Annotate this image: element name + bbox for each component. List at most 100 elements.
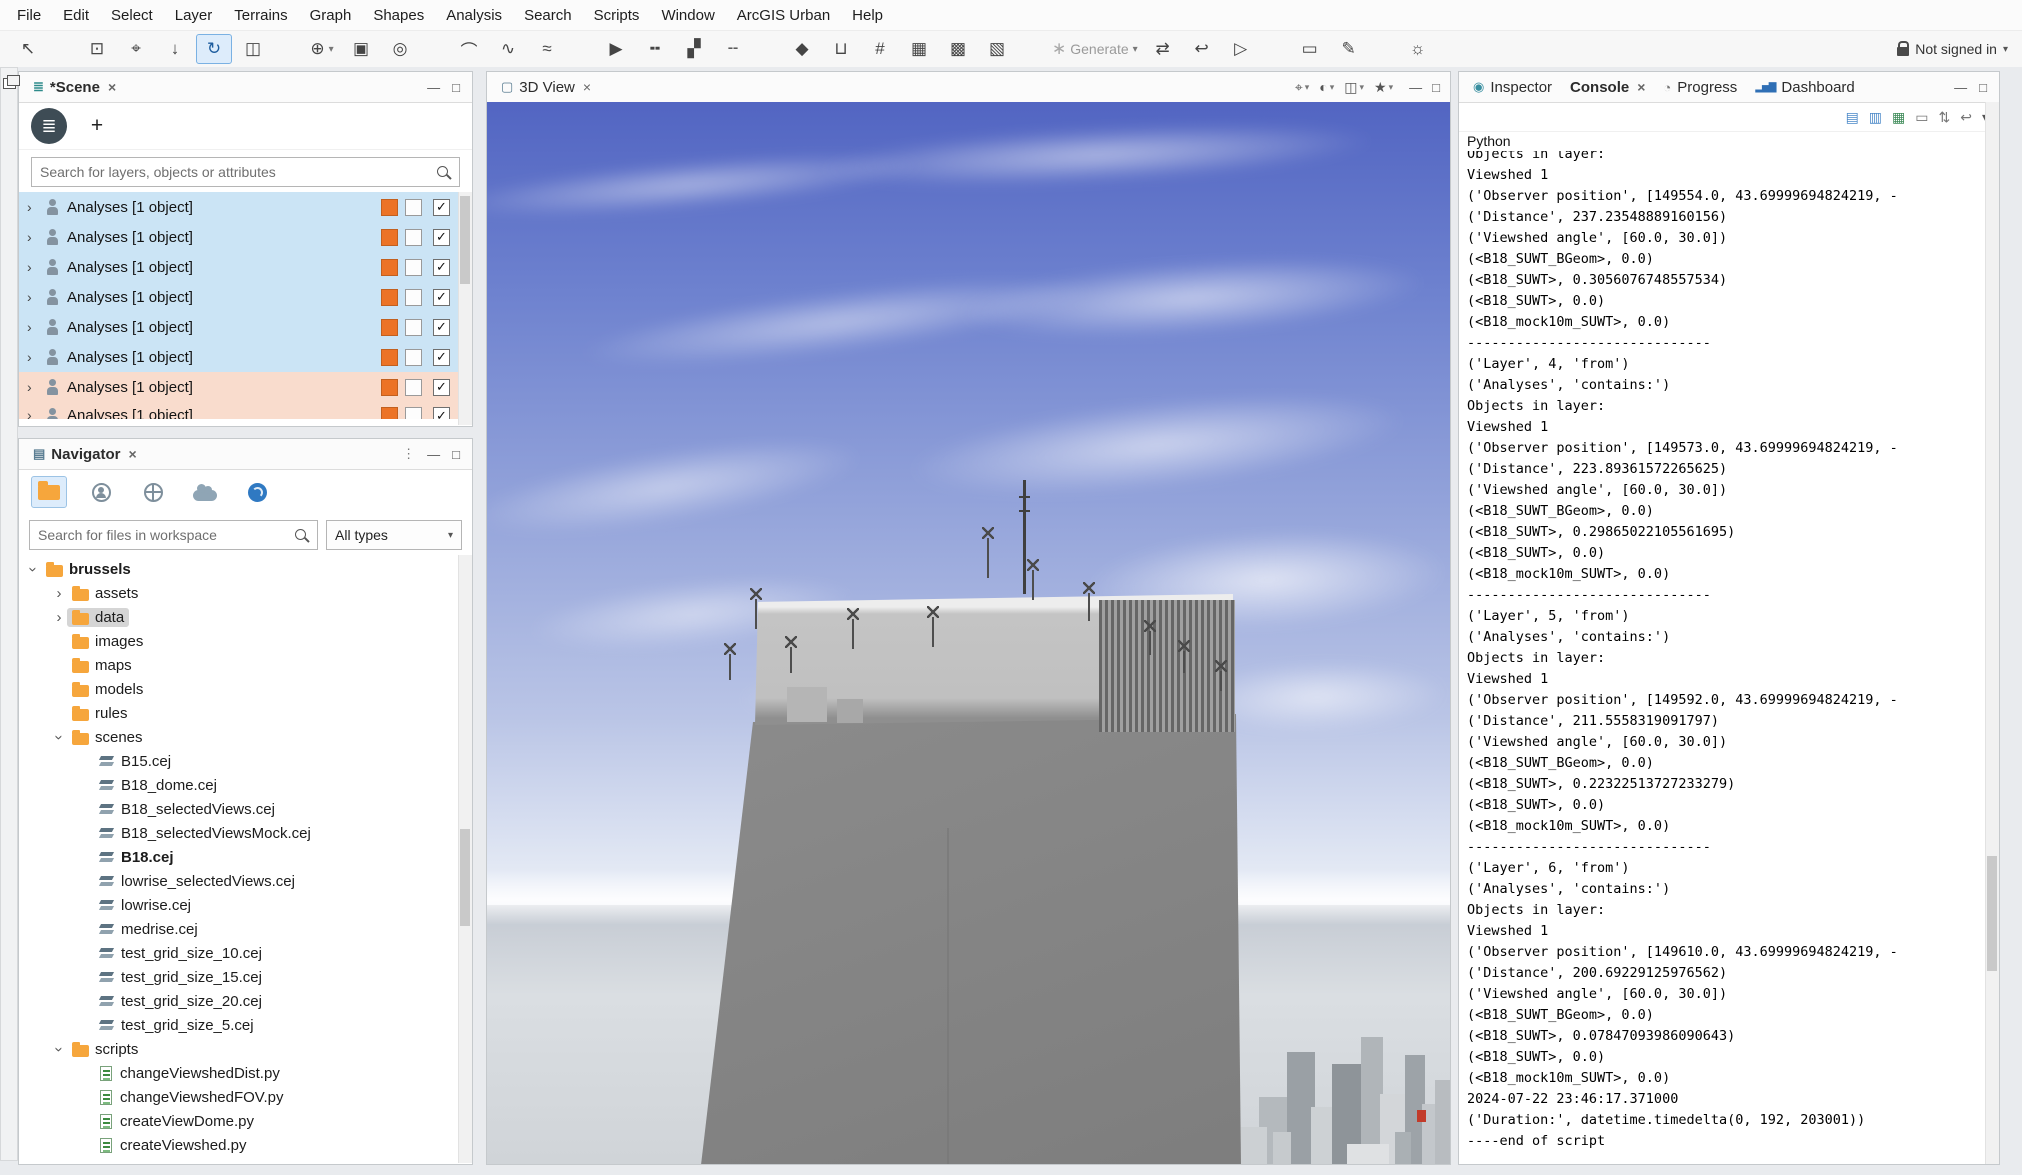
scene-scrollbar[interactable] (458, 192, 472, 425)
marquee-select-tool[interactable]: ⊡ (79, 34, 115, 64)
tree-item[interactable]: › createViewshed.py (19, 1133, 472, 1157)
tab-console[interactable]: Console × (1562, 72, 1653, 102)
swap-arrows-icon[interactable]: ⇄ (1145, 34, 1181, 64)
layers-search-input[interactable] (31, 157, 460, 187)
guides-icon[interactable]: ╌ (715, 34, 751, 64)
generate-models-button[interactable]: ▶ (598, 34, 634, 64)
tree-item[interactable]: › scripts (19, 1037, 472, 1061)
menu-item[interactable]: Window (650, 3, 725, 28)
pan-camera-tool[interactable]: ◫ (235, 34, 271, 64)
tree-item[interactable]: › B18_dome.cej (19, 773, 472, 797)
freehand-curve-tool[interactable]: ≈ (529, 34, 565, 64)
tree-item[interactable]: › B18_selectedViewsMock.cej (19, 821, 472, 845)
maximize-panel-button[interactable]: □ (452, 447, 460, 462)
layer-backface-swatch[interactable] (405, 259, 422, 276)
layer-backface-swatch[interactable] (405, 229, 422, 246)
navigator-scrollbar[interactable] (458, 555, 472, 1163)
word-wrap-icon[interactable]: ↩ (1960, 109, 1972, 126)
sun-settings-icon[interactable]: ☼ (1400, 34, 1436, 64)
tree-item[interactable]: › lowrise_selectedViews.cej (19, 869, 472, 893)
layer-row[interactable]: › Analyses [1 object] (19, 402, 472, 419)
rotate-tool[interactable]: ↻ (196, 34, 232, 64)
layer-color-swatch[interactable] (381, 319, 398, 336)
file-type-filter-dropdown[interactable]: All types ▾ (326, 520, 462, 550)
layer-backface-swatch[interactable] (405, 349, 422, 366)
sketch-tool[interactable]: ✎ (1331, 34, 1367, 64)
expand-arrow-icon[interactable]: › (27, 229, 38, 245)
isolate-tool[interactable]: ◎ (382, 34, 418, 64)
camera-menu-icon[interactable]: ⌖ ▾ (1295, 79, 1309, 96)
layer-color-swatch[interactable] (381, 349, 398, 366)
layer-visibility-checkbox[interactable] (433, 259, 450, 276)
smooth-curve-tool[interactable]: ∿ (490, 34, 526, 64)
paint-bucket-tool[interactable]: ⊔ (823, 34, 859, 64)
cloud-icon[interactable] (187, 476, 223, 508)
tree-item[interactable]: › medrise.cej (19, 917, 472, 941)
layer-backface-swatch[interactable] (405, 319, 422, 336)
expand-arrow-icon[interactable]: › (27, 349, 38, 365)
menu-item[interactable]: Help (841, 3, 894, 28)
minimize-panel-button[interactable]: — (427, 447, 440, 462)
push-pull-tool[interactable]: ↓ (157, 34, 193, 64)
files-search-input[interactable] (29, 520, 318, 550)
save-output-icon[interactable]: ▦ (1892, 109, 1905, 126)
layer-visibility-checkbox[interactable] (433, 319, 450, 336)
close-tab-icon[interactable]: × (581, 79, 591, 95)
scene-scrollbar-thumb[interactable] (460, 196, 470, 284)
tree-item[interactable]: › lowrise.cej (19, 893, 472, 917)
layer-visibility-checkbox[interactable] (433, 289, 450, 306)
snap-settings-icon[interactable]: # (862, 34, 898, 64)
move-tool[interactable]: ⌖ (118, 34, 154, 64)
expand-arrow-icon[interactable]: › (27, 379, 38, 395)
minimize-panel-button[interactable]: — (1954, 80, 1967, 95)
portal-user-icon[interactable] (83, 476, 119, 508)
tab-dashboard[interactable]: ▂▅▇ Dashboard (1747, 72, 1862, 102)
layer-backface-swatch[interactable] (405, 199, 422, 216)
tab-navigator[interactable]: ▤ Navigator × (25, 439, 145, 469)
close-tab-icon[interactable]: × (106, 79, 116, 95)
expand-arrow-icon[interactable]: › (27, 319, 38, 335)
material-picker-tool[interactable]: ◆ (784, 34, 820, 64)
menu-item[interactable]: Shapes (362, 3, 435, 28)
slope-icon[interactable]: ▞ (676, 34, 712, 64)
layer-visibility-checkbox[interactable] (433, 229, 450, 246)
tab-scene[interactable]: ≣ *Scene × (25, 72, 124, 102)
tree-item[interactable]: › createViewDome.py (19, 1109, 472, 1133)
view-settings-icon[interactable]: ◐ ▾ (1319, 79, 1334, 95)
tree-item[interactable]: › B15.cej (19, 749, 472, 773)
menu-item[interactable]: Edit (52, 3, 100, 28)
tree-item[interactable]: › test_grid_size_15.cej (19, 965, 472, 989)
transform-handles-tool[interactable]: ⊕ ▾ (304, 34, 340, 64)
open-files-icon[interactable] (31, 476, 67, 508)
layer-row[interactable]: › Analyses [1 object] (19, 342, 472, 372)
layer-row[interactable]: › Analyses [1 object] (19, 312, 472, 342)
layer-color-swatch[interactable] (381, 229, 398, 246)
layer-row[interactable]: › Analyses [1 object] (19, 282, 472, 312)
panel-menu-icon[interactable]: ⋮ (402, 446, 415, 462)
tree-item[interactable]: › maps (19, 653, 472, 677)
tree-item[interactable]: › changeViewshedDist.py (19, 1061, 472, 1085)
tree-item[interactable]: › test_grid_size_20.cej (19, 989, 472, 1013)
menu-item[interactable]: Analysis (435, 3, 513, 28)
minimize-panel-button[interactable]: — (1409, 80, 1422, 95)
tree-expand-arrow[interactable]: › (25, 561, 42, 577)
clear-console-icon[interactable]: ▭ (1915, 109, 1928, 126)
tree-expand-arrow[interactable]: › (51, 585, 67, 602)
tab-progress[interactable]: ◔ Progress (1655, 72, 1745, 102)
scroll-lock-icon[interactable]: ⇅ (1939, 109, 1951, 126)
undo-icon[interactable]: ↩ (1184, 34, 1220, 64)
layer-row[interactable]: › Analyses [1 object] (19, 222, 472, 252)
maximize-panel-button[interactable]: □ (452, 80, 460, 95)
layer-color-swatch[interactable] (381, 407, 398, 419)
layer-colors-button[interactable]: ≣ (31, 108, 67, 144)
tree-item[interactable]: › test_grid_size_5.cej (19, 1013, 472, 1037)
layer-color-swatch[interactable] (381, 289, 398, 306)
portal-globe-icon[interactable] (135, 476, 171, 508)
layer-visibility-checkbox[interactable] (433, 407, 450, 419)
console-scrollbar-thumb[interactable] (1987, 856, 1997, 971)
layer-row[interactable]: › Analyses [1 object] (19, 252, 472, 282)
layer-row[interactable]: › Analyses [1 object] (19, 192, 472, 222)
capture-icon[interactable]: ◫ ▾ (1344, 79, 1364, 96)
tree-item[interactable]: › brussels (19, 557, 472, 581)
tree-item[interactable]: › images (19, 629, 472, 653)
